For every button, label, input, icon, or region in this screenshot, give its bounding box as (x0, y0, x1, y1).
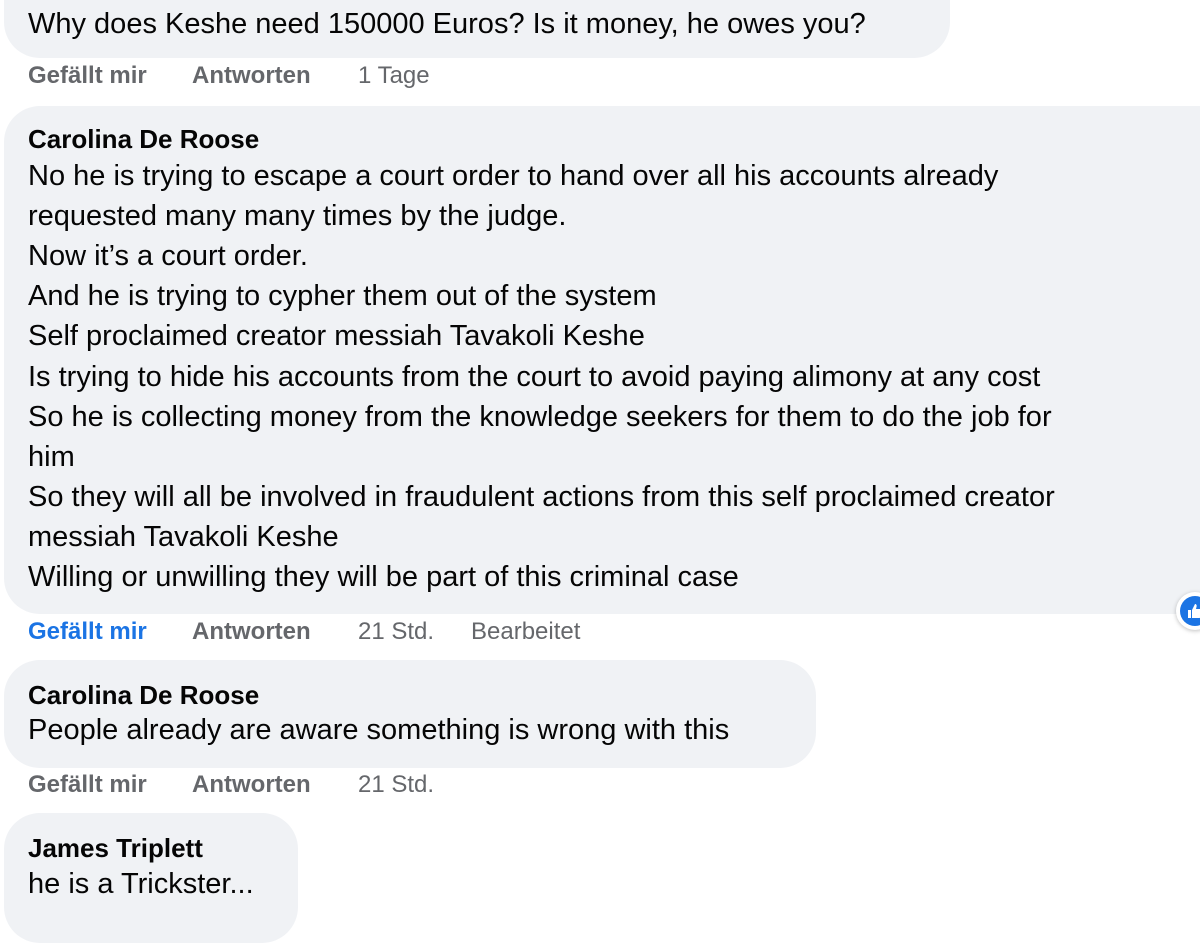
comment-text-line: No he is trying to escape a court order … (28, 160, 999, 192)
comment-timestamp: 21 Std. (358, 771, 435, 798)
comment-text-line: So they will all be involved in fraudule… (28, 481, 1055, 513)
comment-text-line: Willing or unwilling they will be part o… (28, 561, 739, 593)
like-button[interactable]: Gefällt mir (28, 618, 147, 646)
comment-text-line: And he is trying to cypher them out of t… (28, 280, 657, 312)
comment-text-line: Self proclaimed creator messiah Tavakoli… (28, 320, 645, 352)
comment-text-line: messiah Tavakoli Keshe (28, 521, 339, 553)
like-button[interactable]: Gefällt mir (28, 771, 147, 799)
comment-author[interactable]: James Triplett (28, 833, 203, 864)
comment-text-line: him (28, 441, 75, 473)
comment-actions: Gefällt mir Antworten 1 Tage (28, 62, 628, 92)
reply-button[interactable]: Antworten (192, 618, 311, 646)
reply-button[interactable]: Antworten (192, 62, 311, 90)
comment-actions: Gefällt mir Antworten 21 Std. Bearbeitet (28, 618, 728, 648)
comment-author[interactable]: Carolina De Roose (28, 680, 259, 711)
comment-timestamp: 1 Tage (358, 62, 430, 89)
comment-text-line: Is trying to hide his accounts from the … (28, 361, 1041, 393)
reply-button[interactable]: Antworten (192, 771, 311, 799)
edited-label: Bearbeitet (471, 618, 581, 645)
comment-text: People already are aware something is wr… (28, 714, 730, 746)
comment-text-line: Now it’s a court order. (28, 240, 308, 272)
comment-text: Why does Keshe need 150000 Euros? Is it … (28, 8, 866, 40)
comment-text-line: So he is collecting money from the knowl… (28, 401, 1052, 433)
comment-author[interactable]: Carolina De Roose (28, 124, 259, 155)
like-button[interactable]: Gefällt mir (28, 62, 147, 90)
comment-timestamp: 21 Std. (358, 618, 435, 645)
comment-text-line: requested many many times by the judge. (28, 200, 567, 232)
like-reaction-icon[interactable] (1176, 592, 1200, 630)
comment-actions: Gefällt mir Antworten 21 Std. (28, 771, 628, 801)
comment-text: he is a Trickster... (28, 868, 254, 900)
